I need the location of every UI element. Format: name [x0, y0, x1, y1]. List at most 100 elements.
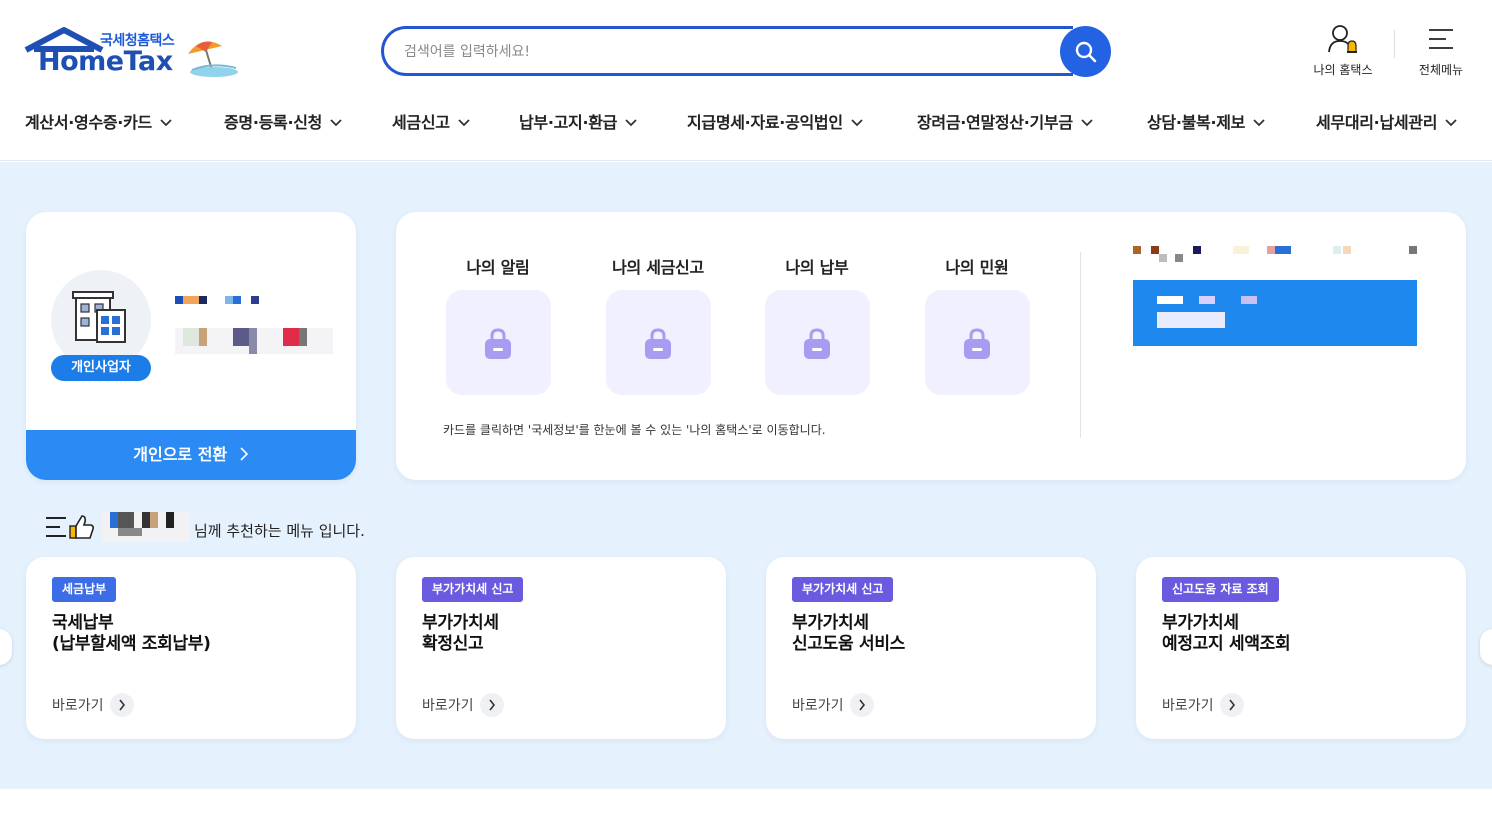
lock-icon — [964, 327, 990, 359]
person-bell-icon — [1328, 25, 1357, 53]
nav-label: 증명·등록·신청 — [224, 113, 323, 132]
hometax-logo[interactable]: 국세청홈택스 HomeTax — [24, 26, 239, 82]
nav-label: 계산서·영수증·카드 — [25, 113, 152, 132]
my-item-box — [764, 290, 870, 395]
nav-item-payment[interactable]: 납부·고지·환급 — [519, 109, 637, 133]
nav-item-tax-agent[interactable]: 세무대리·납세관리 — [1316, 109, 1457, 133]
card-tag: 세금납부 — [52, 577, 117, 602]
page-footer-area — [0, 789, 1492, 829]
promo-banner[interactable] — [1133, 280, 1417, 346]
chevron-right-icon — [479, 693, 504, 717]
main-nav: 계산서·영수증·카드 증명·등록·신청 세금신고 납부·고지·환급 지급명세·자… — [0, 100, 1492, 161]
card-tag: 부가가치세 신고 — [792, 577, 894, 602]
recommend-card-tax-payment[interactable]: 세금납부 국세납부 (납부할세액 조회납부) 바로가기 — [26, 557, 356, 739]
my-civil-petition-card[interactable]: 나의 민원 — [917, 254, 1037, 395]
my-hometax-note: 카드를 클릭하면 '국세정보'를 한눈에 볼 수 있는 '나의 홈택스'로 이동… — [443, 423, 826, 437]
recommend-card-vat-estimate[interactable]: 신고도움 자료 조회 부가가치세 예정고지 세액조회 바로가기 — [1136, 557, 1466, 739]
logo-title: HomeTax — [38, 46, 173, 77]
card-title-line: 확정신고 — [422, 634, 484, 654]
nav-label: 세무대리·납세관리 — [1316, 113, 1438, 132]
card-title: 국세납부 (납부할세액 조회납부) — [52, 613, 211, 655]
chevron-down-icon — [625, 119, 637, 127]
beach-umbrella-icon — [188, 41, 238, 77]
nav-label: 장려금·연말정산·기부금 — [917, 113, 1073, 132]
card-go-link[interactable]: 바로가기 — [792, 693, 874, 717]
nav-item-invoice[interactable]: 계산서·영수증·카드 — [25, 109, 172, 133]
card-title-line: 부가가치세 — [1162, 613, 1239, 633]
chevron-down-icon — [1081, 119, 1093, 127]
go-label: 바로가기 — [1162, 698, 1214, 714]
switch-to-individual-button[interactable]: 개인으로 전환 — [26, 430, 356, 480]
my-item-title: 나의 민원 — [945, 258, 1009, 277]
lock-icon — [645, 327, 671, 359]
main-content: 개인사업자 개인으로 전환 나의 알림 나의 세금신고 나의 납부 나의 민원 … — [0, 162, 1492, 789]
card-title: 부가가치세 확정신고 — [422, 613, 499, 655]
nav-item-certificate[interactable]: 증명·등록·신청 — [224, 109, 342, 133]
my-item-box — [445, 290, 551, 395]
recommend-card-vat-help[interactable]: 부가가치세 신고 부가가치세 신고도움 서비스 바로가기 — [766, 557, 1096, 739]
business-type-badge: 개인사업자 — [51, 355, 151, 381]
profile-card: 개인사업자 개인으로 전환 — [26, 212, 356, 480]
lock-icon — [804, 327, 830, 359]
go-label: 바로가기 — [422, 698, 474, 714]
card-tag: 부가가치세 신고 — [422, 577, 524, 602]
card-tag: 신고도움 자료 조회 — [1162, 577, 1279, 602]
go-label: 바로가기 — [52, 698, 104, 714]
my-card-divider — [1080, 252, 1081, 438]
go-label: 바로가기 — [792, 698, 844, 714]
redacted-username — [175, 296, 265, 304]
my-hometax-link[interactable]: 나의 홈택스 — [1308, 24, 1378, 78]
card-go-link[interactable]: 바로가기 — [422, 693, 504, 717]
site-header: 국세청홈택스 HomeTax 나의 홈택스 — [0, 0, 1492, 100]
chevron-right-icon — [1219, 693, 1244, 717]
header-divider — [1394, 30, 1395, 58]
nav-item-statements[interactable]: 지급명세·자료·공익법인 — [687, 109, 863, 133]
nav-label: 세금신고 — [392, 113, 450, 132]
recommend-heading — [44, 512, 96, 542]
all-menu-button[interactable]: 전체메뉴 — [1412, 24, 1470, 78]
card-title: 부가가치세 신고도움 서비스 — [792, 613, 905, 655]
my-item-title: 나의 세금신고 — [612, 258, 704, 277]
lock-icon — [485, 327, 511, 359]
nav-item-tax-report[interactable]: 세금신고 — [392, 109, 470, 133]
recommend-text: 님께 추천하는 메뉴 입니다. — [194, 522, 365, 540]
card-title-line: 신고도움 서비스 — [792, 634, 905, 654]
my-item-title: 나의 납부 — [785, 258, 849, 277]
my-tax-report-card[interactable]: 나의 세금신고 — [598, 254, 718, 395]
my-item-title: 나의 알림 — [466, 258, 530, 277]
my-payment-card[interactable]: 나의 납부 — [757, 254, 877, 395]
chevron-down-icon — [458, 119, 470, 127]
nav-item-consultation[interactable]: 상담·불복·제보 — [1147, 109, 1265, 133]
my-hometax-card: 나의 알림 나의 세금신고 나의 납부 나의 민원 카드를 클릭하면 '국세정보… — [396, 212, 1466, 480]
chevron-right-icon — [849, 693, 874, 717]
card-title: 부가가치세 예정고지 세액조회 — [1162, 613, 1291, 655]
card-go-link[interactable]: 바로가기 — [52, 693, 134, 717]
thumbs-up-list-icon — [46, 515, 95, 539]
card-title-line: 부가가치세 — [422, 613, 499, 633]
nav-item-incentives[interactable]: 장려금·연말정산·기부금 — [917, 109, 1093, 133]
search-field[interactable] — [381, 26, 1073, 76]
chevron-down-icon — [1253, 119, 1265, 127]
card-go-link[interactable]: 바로가기 — [1162, 693, 1244, 717]
chevron-right-icon — [240, 447, 248, 461]
chevron-down-icon — [851, 119, 863, 127]
my-item-box — [605, 290, 711, 395]
all-menu-label: 전체메뉴 — [1418, 63, 1464, 77]
search-input[interactable] — [404, 39, 1044, 65]
redacted-promo-title — [1133, 246, 1417, 262]
carousel-prev-button[interactable] — [0, 629, 12, 665]
chevron-right-icon — [109, 693, 134, 717]
recommend-card-vat-final[interactable]: 부가가치세 신고 부가가치세 확정신고 바로가기 — [396, 557, 726, 739]
search-button[interactable] — [1060, 26, 1111, 77]
carousel-next-button[interactable] — [1480, 629, 1492, 665]
chevron-down-icon — [160, 119, 172, 127]
my-notifications-card[interactable]: 나의 알림 — [438, 254, 558, 395]
chevron-down-icon — [330, 119, 342, 127]
nav-label: 상담·불복·제보 — [1147, 113, 1246, 132]
hamburger-menu-icon — [1429, 29, 1453, 49]
redacted-business-name — [175, 328, 333, 354]
card-title-line: 부가가치세 — [792, 613, 869, 633]
card-title-line: 국세납부 — [52, 613, 114, 633]
search-icon — [1075, 41, 1096, 62]
redacted-recommend-username — [102, 512, 190, 542]
